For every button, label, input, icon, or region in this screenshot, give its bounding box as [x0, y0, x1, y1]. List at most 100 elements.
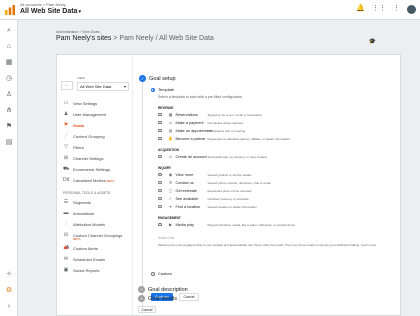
sidebar-item-custom-channel-groupings[interactable]: ⊟ Custom Channel Groupings BETA — [63, 233, 131, 246]
admin-nav: ▭ View Settings ♟ User Management ⚑ Goals ⋰… — [63, 101, 131, 279]
radio-button[interactable] — [158, 128, 162, 133]
radio-button[interactable] — [158, 180, 162, 185]
group-title: REVENUE — [158, 106, 174, 110]
goal-option[interactable]: ▦ Reservations Signed up for a tour, renta… — [158, 112, 262, 117]
sidebar-item-label: Scheduled Emails — [73, 257, 106, 262]
sidebar-item-calculated-metrics[interactable]: Dd Calculated Metrics BETA — [63, 178, 131, 189]
view-selector[interactable]: All Web Site Data▾ — [20, 8, 81, 15]
saved-icon: ▣ — [63, 267, 69, 273]
goal-option[interactable]: ◉ View more Viewed product or service deta… — [158, 172, 251, 177]
goal-option[interactable]: ♙ Create an account Successful sign up, ac… — [158, 154, 267, 159]
radio-button[interactable] — [158, 120, 162, 125]
goal-option-name: Get estimate — [175, 188, 198, 193]
goal-option[interactable]: ⌖ Find a location Viewed location or deale… — [158, 204, 257, 209]
sidebar-item-view-settings[interactable]: ▭ View Settings — [63, 101, 131, 112]
sidebar-item-attribution-models[interactable]: ⫶ Attribution Models — [63, 222, 131, 233]
grid-icon[interactable]: ▦ — [4, 58, 14, 68]
sidebar-item-scheduled-emails[interactable]: ✉ Scheduled Emails — [63, 257, 131, 268]
apps-icon[interactable]: ⋮⋮ — [372, 4, 386, 14]
more-icon[interactable]: ⋮ — [393, 4, 400, 14]
email-icon: ✉ — [63, 256, 69, 262]
radio-button[interactable] — [158, 196, 162, 201]
radio-button[interactable] — [151, 87, 155, 92]
sidebar-item-goals[interactable]: ⚑ Goals — [63, 123, 131, 134]
back-arrow-icon[interactable]: ← — [61, 81, 73, 90]
share-icon[interactable]: ⋔ — [4, 106, 14, 116]
radio-button[interactable] — [158, 112, 162, 117]
check-icon: ✓ — [139, 75, 146, 82]
sidebar-item-content-grouping[interactable]: ⋰ Content Grouping — [63, 134, 131, 145]
radio-button[interactable] — [158, 136, 162, 141]
view-icon: ◉ — [168, 172, 173, 177]
home-icon[interactable]: ⌂ — [4, 42, 14, 52]
goal-option-desc: Played interactive media, like a video, … — [207, 222, 296, 227]
goal-option-name: Media play — [175, 222, 194, 227]
step-goal-description[interactable]: 2 Goal description — [138, 286, 188, 293]
radio-button[interactable] — [158, 204, 162, 209]
cancel-button[interactable]: Cancel — [179, 293, 199, 301]
account-breadcrumb[interactable]: All accounts > Pam Neely — [20, 2, 66, 7]
custom-radio[interactable]: Custom — [151, 271, 172, 276]
goal-option[interactable]: ▤ Make an appointment Scheduled a visit or… — [158, 128, 245, 133]
play-icon: ▶ — [168, 222, 173, 227]
beta-badge: BETA — [107, 179, 115, 183]
sidebar-item-ecommerce-settings[interactable]: ⛟ Ecommerce Settings — [63, 167, 131, 178]
avatar[interactable] — [407, 4, 416, 14]
location-icon: ⌖ — [169, 204, 172, 209]
sidebar-item-user-management[interactable]: ♟ User Management — [63, 112, 131, 123]
view-name[interactable]: All Web Site Data — [159, 35, 214, 42]
goal-option[interactable]: ▶ Media play Played interactive media, lik… — [158, 222, 295, 227]
template-hint: Select a template to start with a pre-fi… — [158, 95, 243, 99]
goal-option[interactable]: ▭ Make a payment Completed online payment — [158, 120, 243, 125]
report-icon[interactable]: ▤ — [4, 138, 14, 148]
radio-button[interactable] — [158, 188, 162, 193]
check-icon: ✓ — [168, 196, 173, 201]
sidebar-item-segments[interactable]: ☰ Segments — [63, 200, 131, 211]
section-title: PERSONAL TOOLS & ASSETS — [63, 191, 111, 195]
goal-option[interactable]: ✋ Become a partner Requested or submitted … — [158, 136, 290, 141]
settings-icon[interactable]: ⚙ — [4, 286, 14, 296]
analytics-logo-icon[interactable] — [4, 4, 16, 16]
sidebar-item-filters[interactable]: ▽ Filters — [63, 145, 131, 156]
sidebar-item-channel-settings[interactable]: ⊞ Channel Settings — [63, 156, 131, 167]
goal-option[interactable]: ✆ Contact us Viewed phone number, directio… — [158, 180, 271, 185]
sidebar-item-label: Content Grouping — [73, 134, 105, 139]
chevron-right-icon[interactable]: › — [4, 302, 14, 312]
person-icon[interactable]: ♙ — [4, 90, 14, 100]
handshake-icon: ✋ — [168, 136, 173, 141]
radio-button[interactable] — [151, 271, 155, 276]
step-goal-details[interactable]: 3 Goal details — [138, 295, 177, 302]
property-name[interactable]: Pam Neely — [119, 35, 153, 42]
graduation-cap-icon[interactable]: 🎓 — [369, 38, 376, 45]
goal-option-name: Make a payment — [175, 120, 204, 125]
sidebar-item-label: Custom Alerts — [73, 246, 98, 251]
bell-icon[interactable]: 🔔 — [356, 4, 365, 14]
goal-option[interactable]: ▢ Get estimate Requested price or time est… — [158, 188, 252, 193]
bottom-cancel-button[interactable]: Cancel — [138, 306, 156, 313]
view-label: VIEW — [77, 76, 85, 80]
sidebar-item-annotations[interactable]: ▬ Annotations — [63, 211, 131, 222]
alert-icon: 📣 — [63, 245, 70, 251]
template-radio[interactable]: Template — [151, 87, 174, 92]
view-select[interactable]: All Web Site Data ▾ — [77, 82, 129, 91]
radio-button[interactable] — [158, 154, 162, 159]
goal-option[interactable]: ✓ See available Checked inventory or sched… — [158, 196, 249, 201]
radio-button[interactable] — [158, 222, 162, 227]
sidebar-item-label: Segments — [73, 200, 92, 205]
sidebar-item-saved-reports[interactable]: ▣ Saved Reports — [63, 268, 131, 279]
sidebar-item-label: Calculated Metrics BETA — [73, 178, 115, 184]
goal-option-name: Reservations — [175, 112, 198, 117]
goal-option-name: Contact us — [175, 180, 194, 185]
goal-option-desc: Signed up for a tour, rental or reservat… — [207, 112, 263, 117]
sidebar-item-label: User Management — [73, 112, 106, 117]
search-icon[interactable]: ⌕ — [4, 26, 14, 36]
flag-icon[interactable]: ⚑ — [4, 122, 14, 132]
account-name[interactable]: Pam Neely's sites — [56, 35, 111, 42]
phone-icon: ✆ — [168, 180, 173, 185]
discover-icon[interactable]: ✧ — [4, 270, 14, 280]
radio-button[interactable] — [158, 172, 162, 177]
clock-icon[interactable]: ◷ — [4, 74, 14, 84]
step-goal-setup[interactable]: ✓ Goal setup — [139, 75, 176, 82]
goal-option-name: View more — [175, 172, 194, 177]
sidebar-item-custom-alerts[interactable]: 📣 Custom Alerts — [63, 246, 131, 257]
